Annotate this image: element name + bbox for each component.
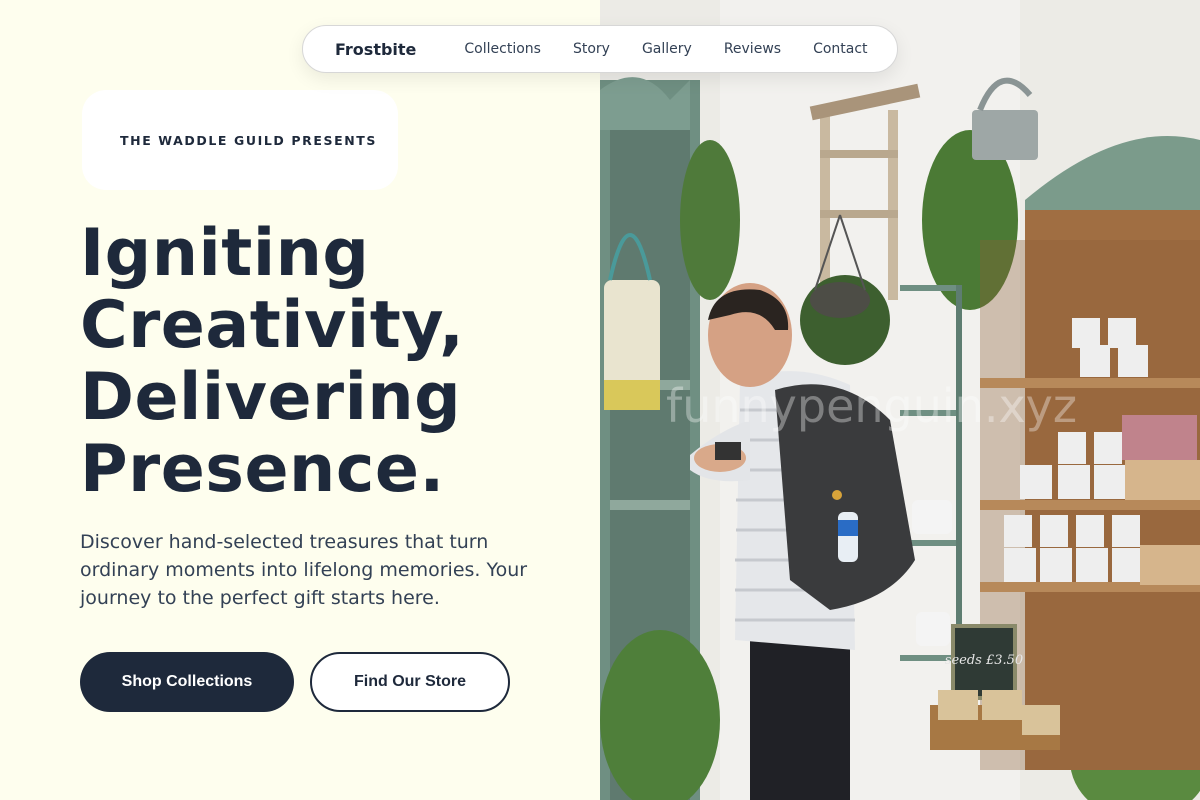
eyebrow-text: THE WADDLE GUILD PRESENTS — [120, 132, 377, 148]
nav-link-gallery[interactable]: Gallery — [642, 41, 692, 57]
nav-links: Collections Story Gallery Reviews Contac… — [464, 41, 867, 57]
hero-headline: Igniting Creativity, Delivering Presence… — [80, 218, 580, 506]
headline-line: Igniting — [80, 216, 370, 291]
chalkboard-text: seeds £3.50 — [945, 653, 1023, 668]
brand-logo[interactable]: Frostbite — [335, 40, 416, 59]
watermark-text: funnypenguin.xyz — [666, 379, 1077, 433]
nav-link-contact[interactable]: Contact — [813, 41, 867, 57]
find-store-button[interactable]: Find Our Store — [310, 652, 510, 712]
hero-image: seeds £3.50 funnypenguin.xyz — [600, 0, 1200, 800]
nav-link-reviews[interactable]: Reviews — [724, 41, 781, 57]
eyebrow-badge: THE WADDLE GUILD PRESENTS — [82, 90, 398, 190]
nav-link-story[interactable]: Story — [573, 41, 610, 57]
headline-line: Creativity, — [80, 288, 465, 363]
shop-interior-photo: seeds £3.50 funnypenguin.xyz — [600, 0, 1200, 800]
top-nav: Frostbite Collections Story Gallery Revi… — [302, 25, 898, 73]
hero-left-panel: THE WADDLE GUILD PRESENTS Igniting Creat… — [0, 0, 600, 800]
shop-collections-button[interactable]: Shop Collections — [80, 652, 294, 712]
headline-line: Presence. — [80, 432, 445, 507]
hero-subcopy: Discover hand-selected treasures that tu… — [80, 531, 528, 609]
nav-link-collections[interactable]: Collections — [464, 41, 541, 57]
headline-line: Delivering — [80, 360, 462, 435]
